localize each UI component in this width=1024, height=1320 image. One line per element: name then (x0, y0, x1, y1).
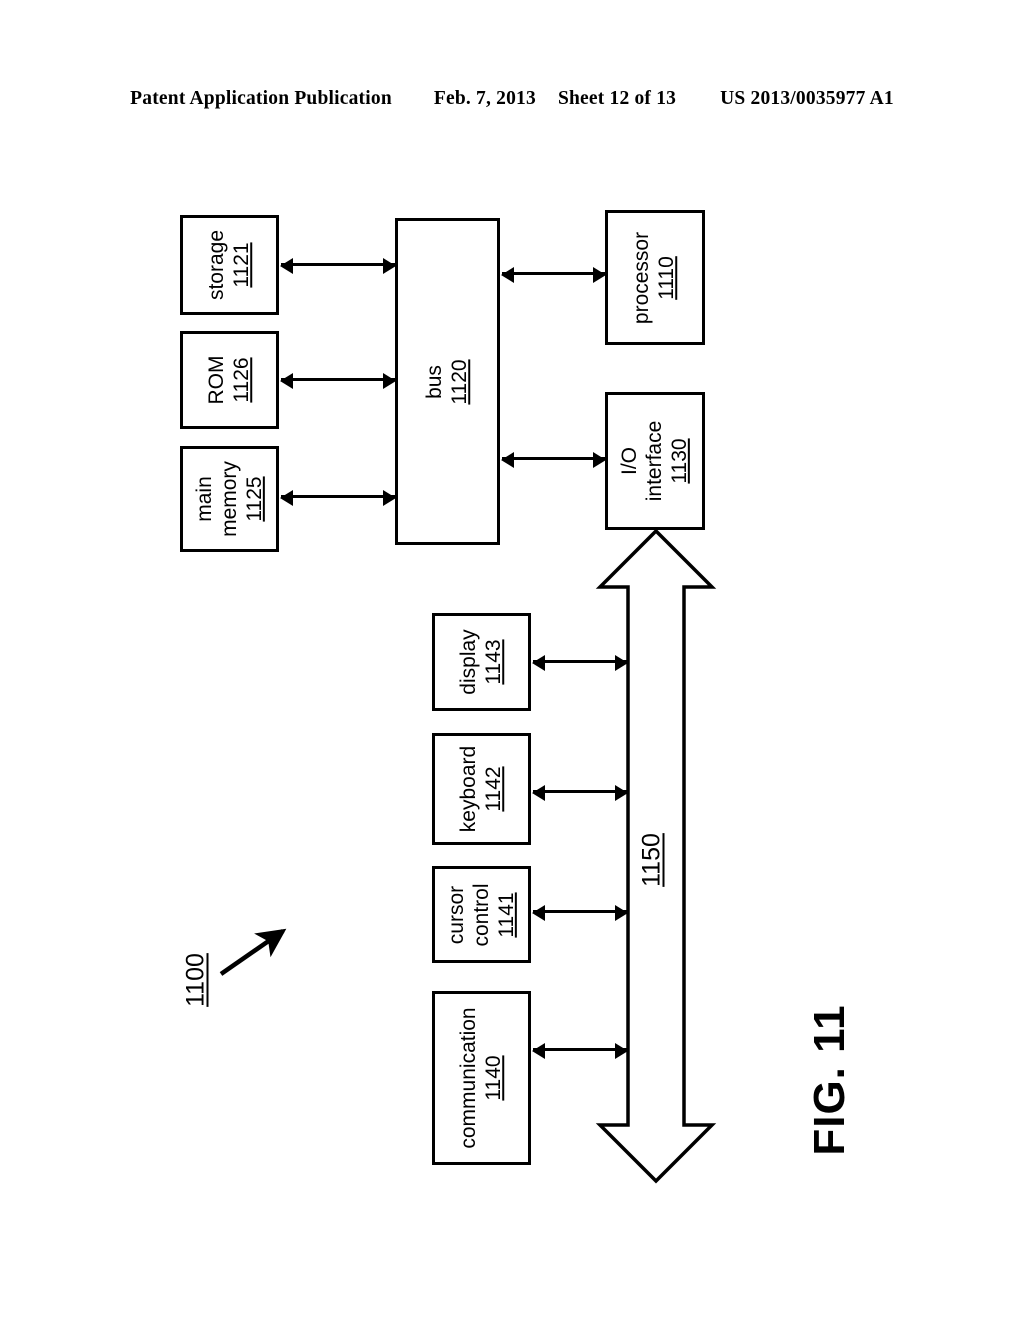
header-publication: Patent Application Publication (130, 88, 392, 109)
block-keyboard-label: keyboard 1142 (457, 746, 507, 832)
block-communication: communication 1140 (432, 991, 531, 1165)
block-bus-name: bus (422, 364, 446, 399)
block-cursor-control-label: cursor control 1141 (444, 883, 518, 946)
block-processor-ref: 1110 (655, 255, 678, 300)
block-main-memory-label: main memory 1125 (192, 461, 266, 537)
block-communication-name: communication (456, 1007, 480, 1149)
block-storage: storage 1121 (180, 215, 279, 315)
block-storage-ref: 1121 (229, 242, 253, 288)
block-main-memory-name: main memory (192, 461, 241, 537)
block-rom-label: ROM 1126 (205, 356, 255, 405)
block-keyboard-ref: 1142 (481, 766, 505, 812)
block-bus: bus 1120 (395, 218, 500, 545)
block-communication-label: communication 1140 (457, 1007, 507, 1148)
block-communication-ref: 1140 (481, 1055, 505, 1101)
block-main-memory: main memory 1125 (180, 446, 279, 552)
figure-caption-text: FIG. 11 (805, 1004, 854, 1156)
connector-rom-to-bus (280, 373, 396, 389)
block-io-interface: I/O interface 1130 (605, 392, 705, 530)
block-processor: processor 1110 (605, 210, 705, 345)
block-io-interface-name: I/O interface (617, 420, 666, 502)
block-main-memory-ref: 1125 (241, 476, 265, 522)
block-processor-name: processor (630, 231, 654, 324)
block-io-interface-label: I/O interface 1130 (618, 421, 692, 502)
page-header: Patent Application Publication Feb. 7, 2… (0, 82, 1024, 116)
connector-main-memory-to-bus (280, 490, 396, 506)
io-bus-ref-text: 1150 (637, 833, 666, 887)
block-bus-ref: 1120 (447, 358, 471, 405)
header-patent-number: US 2013/0035977 A1 (720, 88, 894, 109)
block-storage-name: storage (204, 229, 228, 301)
system-lead-arrow-icon (219, 928, 287, 976)
block-keyboard-name: keyboard (456, 745, 480, 833)
block-io-interface-ref: 1130 (667, 438, 691, 484)
block-display: display 1143 (432, 613, 531, 711)
connector-bus-to-io-interface (501, 452, 606, 468)
block-rom-name: ROM (204, 355, 228, 405)
block-keyboard: keyboard 1142 (432, 733, 531, 845)
figure-caption: FIG. 11 (760, 985, 900, 1175)
block-cursor-control-ref: 1141 (493, 891, 517, 938)
block-processor-label: processor 1110 (630, 231, 680, 323)
block-rom-ref: 1126 (229, 357, 253, 403)
system-ref-label: 1100 (176, 930, 216, 1030)
connector-bus-to-processor (501, 267, 606, 283)
block-storage-label: storage 1121 (205, 230, 255, 300)
patent-figure-page: Patent Application Publication Feb. 7, 2… (0, 0, 1024, 1320)
io-bus-ref-label: 1150 (634, 812, 670, 908)
block-cursor-control-name: cursor control (444, 882, 493, 947)
system-ref-text: 1100 (181, 953, 210, 1007)
connector-storage-to-bus (280, 258, 396, 274)
block-rom: ROM 1126 (180, 331, 279, 429)
block-display-ref: 1143 (481, 639, 505, 685)
header-sheet: Sheet 12 of 13 (557, 88, 677, 109)
block-bus-label: bus 1120 (423, 359, 473, 404)
header-date: Feb. 7, 2013 (433, 88, 536, 109)
block-display-name: display (456, 629, 480, 695)
block-cursor-control: cursor control 1141 (432, 866, 531, 963)
block-display-label: display 1143 (457, 629, 507, 694)
